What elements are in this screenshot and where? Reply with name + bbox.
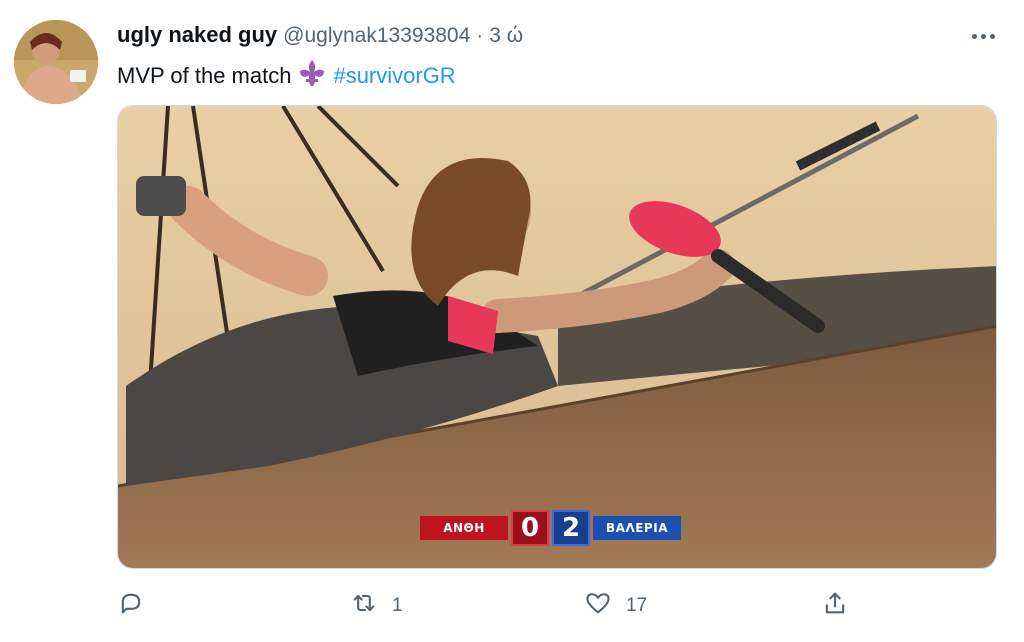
more-options-icon[interactable] [968,26,998,46]
timestamp[interactable]: 3 ώ [489,24,523,48]
reply-icon [117,589,145,623]
share-icon [821,589,849,623]
team-right-label: ΒΑΛΕΡΙΑ [593,516,681,540]
hashtag-link[interactable]: #survivorGR [333,63,455,89]
separator-dot: · [476,24,484,47]
fleur-de-lis-icon [297,58,327,94]
team-left-label: ΑΝΘΗ [420,516,508,540]
display-name[interactable]: ugly naked guy [117,22,277,48]
retweet-count: 1 [392,595,403,616]
tweet-actions: 1 17 [117,590,877,622]
scoreboard: ΑΝΘΗ 0 2 ΒΑΛΕΡΙΑ [420,510,681,546]
score-right: 2 [552,510,590,546]
retweet-button[interactable]: 1 [350,590,403,622]
like-count: 17 [626,595,648,616]
share-button[interactable] [821,590,849,622]
media-scene [118,106,996,568]
tweet-text: MVP of the match #survivorGR [117,58,456,94]
avatar[interactable] [14,20,98,104]
tweet-media-image[interactable]: ΑΝΘΗ 0 2 ΒΑΛΕΡΙΑ [117,105,997,569]
tweet-card[interactable]: ugly naked guy @uglynak13393804 · 3 ώ MV… [0,0,1024,642]
user-handle[interactable]: @uglynak13393804 [283,24,470,48]
score-left: 0 [511,510,549,546]
tweet-body: MVP of the match [117,63,292,88]
like-button[interactable]: 17 [584,590,647,622]
reply-button[interactable] [117,590,159,622]
retweet-icon [350,589,378,623]
tweet-header: ugly naked guy @uglynak13393804 · 3 ώ [117,22,523,48]
heart-icon [584,589,612,623]
